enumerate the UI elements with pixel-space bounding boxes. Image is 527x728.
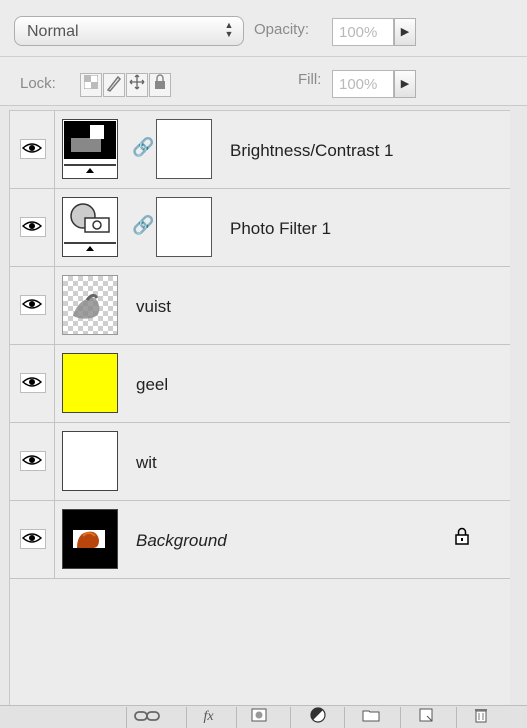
layer-name: wit: [136, 453, 157, 472]
adjustment-layer-icon: [309, 707, 326, 726]
brightness-contrast-thumbnail-icon: [62, 119, 118, 179]
new-adjustment-layer-button[interactable]: [290, 707, 344, 728]
layer-row[interactable]: geel: [10, 345, 510, 423]
blend-mode-select[interactable]: Normal ▲ ▼: [14, 16, 244, 46]
layer-name: geel: [136, 375, 169, 394]
photo-thumbnail-icon: [62, 509, 118, 569]
layer-name: Background: [136, 531, 227, 550]
blend-mode-value: Normal: [27, 23, 79, 40]
layers-panel: Normal ▲ ▼ Opacity: 100% ▶ Lock: Fill: 10…: [0, 0, 527, 728]
layers-bottom-bar: fx: [0, 705, 527, 728]
add-mask-icon: [251, 708, 267, 725]
fx-icon: fx: [203, 709, 214, 724]
white-fill-thumbnail: [62, 431, 118, 491]
new-group-button[interactable]: [344, 707, 396, 728]
new-layer-button[interactable]: [400, 707, 452, 728]
visibility-cell[interactable]: [10, 267, 55, 344]
lock-fill-bar: Lock: Fill: 100% ▶: [0, 57, 527, 106]
layer-mask-thumbnail[interactable]: [156, 197, 212, 257]
visibility-cell[interactable]: [10, 189, 55, 266]
fill-label: Fill:: [298, 71, 322, 88]
yellow-fill-thumbnail: [62, 353, 118, 413]
layer-row[interactable]: Background: [10, 501, 510, 579]
lock-image-pixels-icon[interactable]: [103, 73, 125, 97]
lock-position-icon[interactable]: [126, 73, 148, 97]
layers-list: 🔗 Brightness/Contrast 1 🔗 Photo Filter 1…: [9, 110, 510, 707]
eye-icon[interactable]: [20, 139, 46, 159]
layer-style-button[interactable]: fx: [186, 707, 230, 728]
layer-row[interactable]: 🔗 Photo Filter 1: [10, 189, 510, 267]
delete-layer-button[interactable]: [456, 707, 504, 728]
triangle-right-icon: ▶: [400, 78, 410, 90]
triangle-right-icon: ▶: [400, 26, 410, 38]
folder-icon: [362, 709, 380, 725]
layer-row[interactable]: vuist: [10, 267, 510, 345]
trash-icon: [474, 709, 488, 726]
lock-all-icon[interactable]: [149, 73, 171, 97]
link-layers-button[interactable]: [126, 707, 166, 728]
lock-transparency-icon[interactable]: [80, 73, 102, 97]
lock-icon: [454, 527, 470, 550]
eye-icon[interactable]: [20, 217, 46, 237]
link-icon: [133, 709, 160, 725]
blend-opacity-bar: Normal ▲ ▼ Opacity: 100% ▶: [0, 0, 527, 57]
layer-mask-thumbnail[interactable]: [156, 119, 212, 179]
opacity-slider-button[interactable]: ▶: [394, 18, 416, 46]
visibility-cell[interactable]: [10, 111, 55, 188]
lock-label: Lock:: [20, 75, 56, 92]
new-layer-icon: [419, 708, 435, 725]
transparent-layer-thumbnail-icon: [62, 275, 118, 335]
stepper-arrows-icon: ▲ ▼: [224, 20, 234, 39]
eye-icon[interactable]: [20, 529, 46, 549]
layer-name: Brightness/Contrast 1: [230, 141, 394, 160]
add-mask-button[interactable]: [236, 707, 280, 728]
layer-row[interactable]: 🔗 Brightness/Contrast 1: [10, 111, 510, 189]
link-icon[interactable]: 🔗: [132, 215, 154, 236]
link-icon[interactable]: 🔗: [132, 137, 154, 158]
visibility-cell[interactable]: [10, 501, 55, 578]
fill-input[interactable]: 100%: [332, 70, 394, 98]
fill-slider-button[interactable]: ▶: [394, 70, 416, 98]
eye-icon[interactable]: [20, 373, 46, 393]
eye-icon[interactable]: [20, 451, 46, 471]
layer-name: Photo Filter 1: [230, 219, 332, 238]
opacity-label: Opacity:: [254, 21, 310, 38]
layer-row[interactable]: wit: [10, 423, 510, 501]
visibility-cell[interactable]: [10, 423, 55, 500]
opacity-input[interactable]: 100%: [332, 18, 394, 46]
eye-icon[interactable]: [20, 295, 46, 315]
photo-filter-thumbnail-icon: [62, 197, 118, 257]
visibility-cell[interactable]: [10, 345, 55, 422]
layer-name: vuist: [136, 297, 171, 316]
